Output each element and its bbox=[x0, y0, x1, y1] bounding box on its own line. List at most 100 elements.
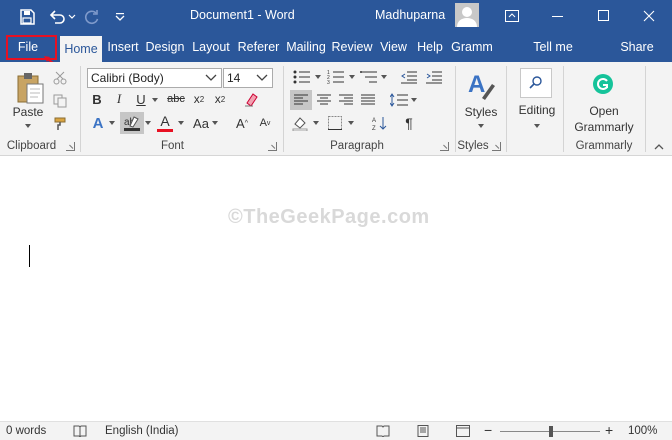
customize-qat-icon[interactable] bbox=[110, 0, 130, 33]
web-layout-icon[interactable] bbox=[455, 424, 471, 438]
paragraph-dialog-launcher-icon[interactable] bbox=[440, 142, 449, 151]
cut-icon[interactable] bbox=[51, 69, 69, 87]
increase-indent-icon[interactable] bbox=[424, 68, 444, 86]
share-button[interactable]: Share bbox=[617, 33, 657, 62]
change-case-dropdown-icon[interactable] bbox=[212, 121, 218, 125]
align-center-icon[interactable] bbox=[313, 90, 335, 110]
subscript-icon[interactable]: x2 bbox=[191, 90, 207, 108]
maximize-icon[interactable] bbox=[581, 0, 627, 31]
bullets-icon[interactable] bbox=[291, 68, 313, 86]
text-effects-dropdown-icon[interactable] bbox=[109, 121, 115, 125]
format-painter-icon[interactable] bbox=[51, 115, 69, 133]
svg-text:Z: Z bbox=[372, 126, 376, 131]
strikethrough-icon[interactable]: abc bbox=[165, 90, 187, 108]
font-size-value: 14 bbox=[227, 71, 241, 85]
group-divider bbox=[645, 66, 646, 152]
tell-me-search[interactable]: Tell me bbox=[528, 33, 578, 62]
text-effects-icon[interactable]: A bbox=[89, 113, 107, 133]
undo-icon[interactable] bbox=[46, 0, 68, 33]
open-grammarly-line2[interactable]: Grammarly bbox=[571, 120, 637, 134]
grammarly-g-icon[interactable] bbox=[591, 72, 615, 96]
font-name-combo[interactable]: Calibri (Body) bbox=[87, 68, 222, 88]
clipboard-dialog-launcher-icon[interactable] bbox=[66, 142, 75, 151]
tab-references[interactable]: Referer bbox=[237, 33, 280, 62]
underline-dropdown-icon[interactable] bbox=[152, 98, 158, 102]
shrink-font-icon[interactable]: Av bbox=[256, 113, 274, 133]
borders-dropdown-icon[interactable] bbox=[348, 121, 354, 125]
styles-icon[interactable]: A bbox=[465, 69, 497, 103]
italic-icon[interactable]: I bbox=[111, 90, 127, 108]
print-layout-icon[interactable] bbox=[415, 424, 431, 438]
find-search-icon[interactable] bbox=[520, 68, 552, 98]
styles-dialog-launcher-icon[interactable] bbox=[492, 142, 501, 151]
open-grammarly-line1[interactable]: Open bbox=[573, 104, 635, 118]
styles-button[interactable]: Styles bbox=[463, 105, 499, 119]
tab-help[interactable]: Help bbox=[414, 33, 446, 62]
zoom-out-icon[interactable]: − bbox=[484, 422, 492, 438]
highlight-color-icon[interactable]: ab bbox=[120, 112, 144, 134]
tab-insert[interactable]: Insert bbox=[104, 33, 142, 62]
minimize-icon[interactable] bbox=[535, 0, 581, 31]
line-spacing-icon[interactable] bbox=[389, 90, 409, 110]
highlight-dropdown-icon[interactable] bbox=[145, 121, 151, 125]
close-icon[interactable] bbox=[626, 0, 672, 31]
tab-mailings[interactable]: Mailing bbox=[285, 33, 327, 62]
decrease-indent-icon[interactable] bbox=[399, 68, 419, 86]
word-count[interactable]: 0 words bbox=[6, 425, 46, 437]
language-indicator[interactable]: English (India) bbox=[105, 425, 179, 437]
tab-view[interactable]: View bbox=[377, 33, 410, 62]
font-name-dropdown-icon[interactable] bbox=[204, 71, 218, 85]
font-size-dropdown-icon[interactable] bbox=[255, 71, 269, 85]
show-hide-formatting-icon[interactable]: ¶ bbox=[399, 113, 419, 133]
svg-text:A: A bbox=[372, 118, 376, 124]
font-dialog-launcher-icon[interactable] bbox=[268, 142, 277, 151]
tab-review[interactable]: Review bbox=[331, 33, 373, 62]
save-icon[interactable] bbox=[12, 0, 42, 33]
align-left-icon[interactable] bbox=[290, 90, 312, 110]
font-size-combo[interactable]: 14 bbox=[223, 68, 273, 88]
zoom-in-icon[interactable]: + bbox=[605, 422, 613, 438]
paste-icon[interactable] bbox=[13, 70, 47, 106]
read-mode-icon[interactable] bbox=[375, 424, 391, 438]
change-case-icon[interactable]: Aa bbox=[190, 113, 212, 133]
paste-button[interactable]: Paste bbox=[12, 105, 44, 119]
shading-icon[interactable] bbox=[290, 113, 310, 133]
align-right-icon[interactable] bbox=[335, 90, 357, 110]
bold-icon[interactable]: B bbox=[89, 90, 105, 108]
zoom-slider-thumb[interactable] bbox=[549, 426, 553, 437]
tab-grammarly[interactable]: Gramm bbox=[451, 33, 493, 62]
styles-dropdown-icon[interactable] bbox=[478, 124, 484, 128]
undo-dropdown-icon[interactable] bbox=[66, 0, 78, 33]
editing-dropdown-icon[interactable] bbox=[534, 124, 540, 128]
ribbon-display-options-icon[interactable] bbox=[489, 0, 535, 31]
collapse-ribbon-icon[interactable] bbox=[652, 140, 666, 152]
zoom-level[interactable]: 100% bbox=[628, 425, 657, 437]
borders-icon[interactable] bbox=[325, 113, 345, 133]
avatar[interactable] bbox=[455, 3, 479, 27]
title-bar: Document1 - Word Madhuparna bbox=[0, 0, 672, 33]
sort-icon[interactable]: AZ bbox=[370, 113, 390, 133]
numbering-icon[interactable]: 123 bbox=[325, 68, 347, 86]
tab-design[interactable]: Design bbox=[144, 33, 186, 62]
user-name[interactable]: Madhuparna bbox=[375, 8, 445, 22]
justify-icon[interactable] bbox=[357, 90, 379, 110]
copy-icon[interactable] bbox=[51, 92, 69, 110]
paste-dropdown-icon[interactable] bbox=[25, 124, 31, 128]
bullets-dropdown-icon[interactable] bbox=[315, 75, 321, 79]
clear-formatting-icon[interactable] bbox=[242, 90, 260, 108]
font-color-dropdown-icon[interactable] bbox=[178, 121, 184, 125]
numbering-dropdown-icon[interactable] bbox=[349, 75, 355, 79]
underline-icon[interactable]: U bbox=[133, 90, 149, 108]
proofing-icon[interactable] bbox=[72, 424, 88, 438]
document-canvas[interactable] bbox=[0, 157, 672, 420]
multilevel-dropdown-icon[interactable] bbox=[381, 75, 387, 79]
superscript-icon[interactable]: x2 bbox=[212, 90, 228, 108]
redo-icon[interactable] bbox=[82, 0, 102, 33]
editing-button[interactable]: Editing bbox=[514, 103, 560, 117]
shading-dropdown-icon[interactable] bbox=[313, 121, 319, 125]
line-spacing-dropdown-icon[interactable] bbox=[411, 98, 417, 102]
tab-layout[interactable]: Layout bbox=[190, 33, 232, 62]
font-color-icon[interactable]: A bbox=[154, 112, 176, 134]
grow-font-icon[interactable]: A ^ bbox=[233, 113, 251, 133]
multilevel-list-icon[interactable] bbox=[358, 68, 380, 86]
